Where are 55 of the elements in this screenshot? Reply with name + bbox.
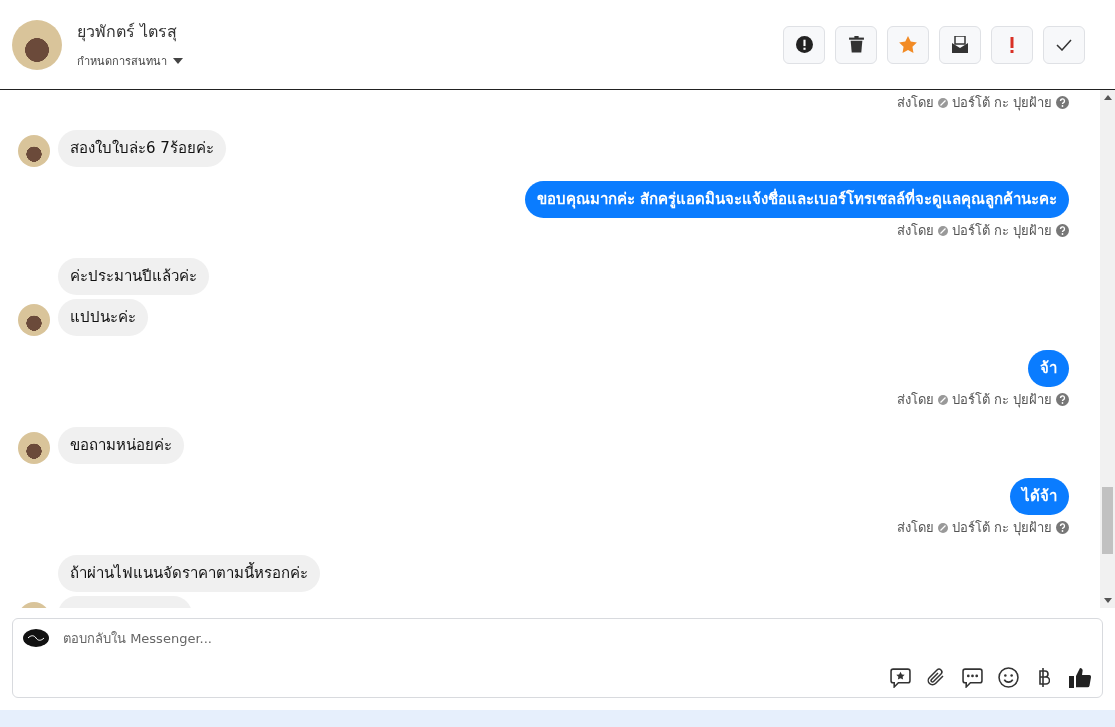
- blocked-icon: [937, 97, 948, 108]
- message-bubble: ขอถามหน่อยค่ะ: [58, 427, 184, 464]
- help-icon: [1056, 521, 1069, 534]
- star-button[interactable]: [887, 25, 929, 64]
- paperclip-icon: [926, 667, 946, 687]
- trash-button[interactable]: [835, 25, 877, 64]
- blocked-icon: [937, 394, 948, 405]
- message-bubble: ค่ะประมานปีแล้วค่ะ: [58, 258, 209, 295]
- chat-button[interactable]: [960, 665, 984, 689]
- help-icon: [1056, 393, 1069, 406]
- sticker-icon: [889, 666, 911, 688]
- help-icon: [1056, 224, 1069, 237]
- sender-name: ปอร์โต้ กะ ปุยฝ้าย: [951, 94, 1052, 113]
- check-icon: [1056, 38, 1072, 51]
- contact-name: ยุวพักตร์ ไตรสุ: [77, 21, 179, 44]
- exclamation-icon: [1010, 36, 1014, 53]
- sender-name: ปอร์โต้ กะ ปุยฝ้าย: [951, 222, 1052, 241]
- avatar: [12, 19, 62, 70]
- blocked-icon: [937, 225, 948, 236]
- chat-bubble-icon: [961, 666, 983, 688]
- like-button[interactable]: [1068, 665, 1092, 689]
- sent-by-label: ส่งโดย: [896, 519, 934, 537]
- sent-by-label: ส่งโดย: [896, 222, 934, 240]
- sent-by-label: ส่งโดย: [896, 94, 934, 112]
- sent-by-label: ส่งโดย: [896, 391, 934, 409]
- help-icon: [1056, 96, 1069, 109]
- mail-button[interactable]: [939, 25, 981, 64]
- thumbs-up-icon: [1069, 666, 1091, 688]
- scrollbar[interactable]: [1100, 90, 1115, 608]
- scroll-down-icon[interactable]: [1103, 598, 1112, 603]
- envelope-icon: [951, 36, 969, 53]
- message-bubble: ได้จ้า: [1010, 478, 1069, 515]
- alert-button[interactable]: [783, 25, 825, 64]
- page-logo-icon: [23, 629, 49, 647]
- assign-conversation-link[interactable]: กำหนดการสนทนา: [77, 52, 167, 70]
- reply-box[interactable]: ตอบกลับใน Messenger...: [12, 618, 1103, 698]
- star-icon: [899, 36, 917, 53]
- blocked-icon: [937, 522, 948, 533]
- scrollbar-thumb[interactable]: [1102, 487, 1113, 554]
- emoji-button[interactable]: [996, 665, 1020, 689]
- message-bubble: แปปนะค่ะ: [58, 299, 148, 336]
- sender-name: ปอร์โต้ กะ ปุยฝ้าย: [951, 391, 1052, 410]
- scroll-up-icon[interactable]: [1103, 95, 1112, 100]
- check-button[interactable]: [1043, 25, 1085, 64]
- caret-icon: [173, 58, 183, 64]
- message-bubble: ขอบคุณมากค่ะ สักครู่แอดมินจะแจ้งชื่อและเบอร์โทรเซลล์ที่จะดูแลคุณลูกค้านะคะ: [524, 181, 1069, 218]
- message-bubble: จ้า: [1028, 350, 1069, 387]
- sticker-button[interactable]: [888, 665, 912, 689]
- trash-icon: [848, 36, 864, 53]
- message-bubble: ถ้าผ่านไฟแนนจัดราคาตามนี้หรอกค่ะ: [58, 555, 320, 592]
- alert-icon: [795, 36, 813, 53]
- emoji-icon: [997, 666, 1019, 688]
- baht-icon: [1038, 667, 1050, 687]
- message-bubble: สองใบใบล่ะ6 7ร้อยค่ะ: [58, 130, 226, 167]
- sender-name: ปอร์โต้ กะ ปุยฝ้าย: [951, 519, 1052, 538]
